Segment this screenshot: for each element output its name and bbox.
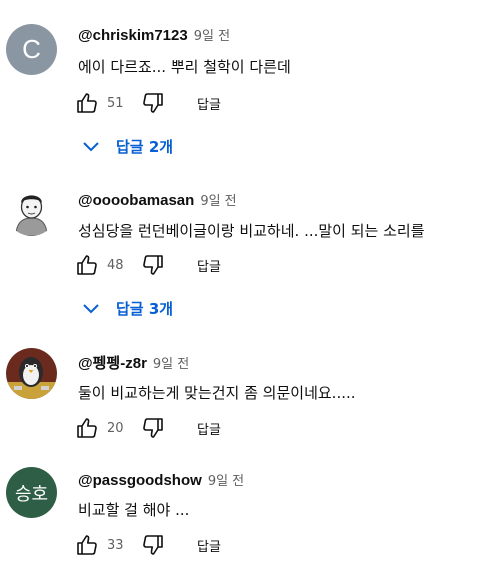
- dislike-button[interactable]: [140, 90, 166, 116]
- avatar[interactable]: [6, 348, 57, 399]
- thumbs-up-icon: [77, 535, 97, 555]
- reply-button[interactable]: 답글: [197, 256, 221, 275]
- thumbs-down-icon: [143, 535, 163, 555]
- like-count: 51: [107, 95, 124, 111]
- thumbs-up-icon: [77, 255, 97, 275]
- like-count: 33: [107, 537, 124, 553]
- like-button[interactable]: [74, 90, 100, 116]
- avatar-text: 승호: [14, 483, 49, 505]
- penguin-avatar-icon: [6, 348, 57, 399]
- view-replies-button[interactable]: 답글 3개: [80, 292, 173, 324]
- reply-button[interactable]: 답글: [197, 94, 221, 113]
- chevron-down-icon: [80, 297, 102, 319]
- dislike-button[interactable]: [140, 415, 166, 441]
- dislike-button[interactable]: [140, 252, 166, 278]
- thumbs-up-icon: [77, 418, 97, 438]
- comment-time[interactable]: 9일 전: [153, 353, 189, 372]
- comment-text: 성심당을 런던베이글이랑 비교하네. ...말이 되는 소리를: [78, 222, 425, 240]
- avatar[interactable]: 승호: [6, 467, 57, 518]
- comment-time[interactable]: 9일 전: [194, 25, 230, 44]
- like-button[interactable]: [74, 532, 100, 558]
- like-button[interactable]: [74, 252, 100, 278]
- reply-button[interactable]: 답글: [197, 419, 221, 438]
- view-replies-label: 답글 3개: [116, 299, 174, 318]
- thumbs-down-icon: [143, 93, 163, 113]
- thumbs-down-icon: [143, 255, 163, 275]
- cartoon-person-avatar-icon: [6, 185, 57, 236]
- like-button[interactable]: [74, 415, 100, 441]
- view-replies-button[interactable]: 답글 2개: [80, 130, 173, 162]
- comment-author[interactable]: @펭펭-z8r: [78, 352, 147, 373]
- comment-author[interactable]: @chriskim7123: [78, 27, 188, 44]
- view-replies-label: 답글 2개: [116, 137, 174, 156]
- comment-text: 비교할 걸 해야 ...: [78, 501, 190, 519]
- dislike-button[interactable]: [140, 532, 166, 558]
- avatar[interactable]: C: [6, 24, 57, 75]
- thumbs-down-icon: [143, 418, 163, 438]
- avatar-letter: C: [22, 34, 41, 64]
- comment-time[interactable]: 9일 전: [208, 470, 244, 489]
- like-count: 20: [107, 420, 124, 436]
- reply-button[interactable]: 답글: [197, 536, 221, 555]
- comment-text: 둘이 비교하는게 맞는건지 좀 의문이네요.....: [78, 384, 356, 402]
- comment-author[interactable]: @passgoodshow: [78, 472, 202, 489]
- chevron-down-icon: [80, 135, 102, 157]
- comment-author[interactable]: @oooobamasan: [78, 192, 194, 209]
- thumbs-up-icon: [77, 93, 97, 113]
- comment-time[interactable]: 9일 전: [200, 190, 236, 209]
- like-count: 48: [107, 257, 124, 273]
- avatar[interactable]: [6, 185, 57, 236]
- comment-text: 에이 다르죠... 뿌리 철학이 다른데: [78, 58, 291, 76]
